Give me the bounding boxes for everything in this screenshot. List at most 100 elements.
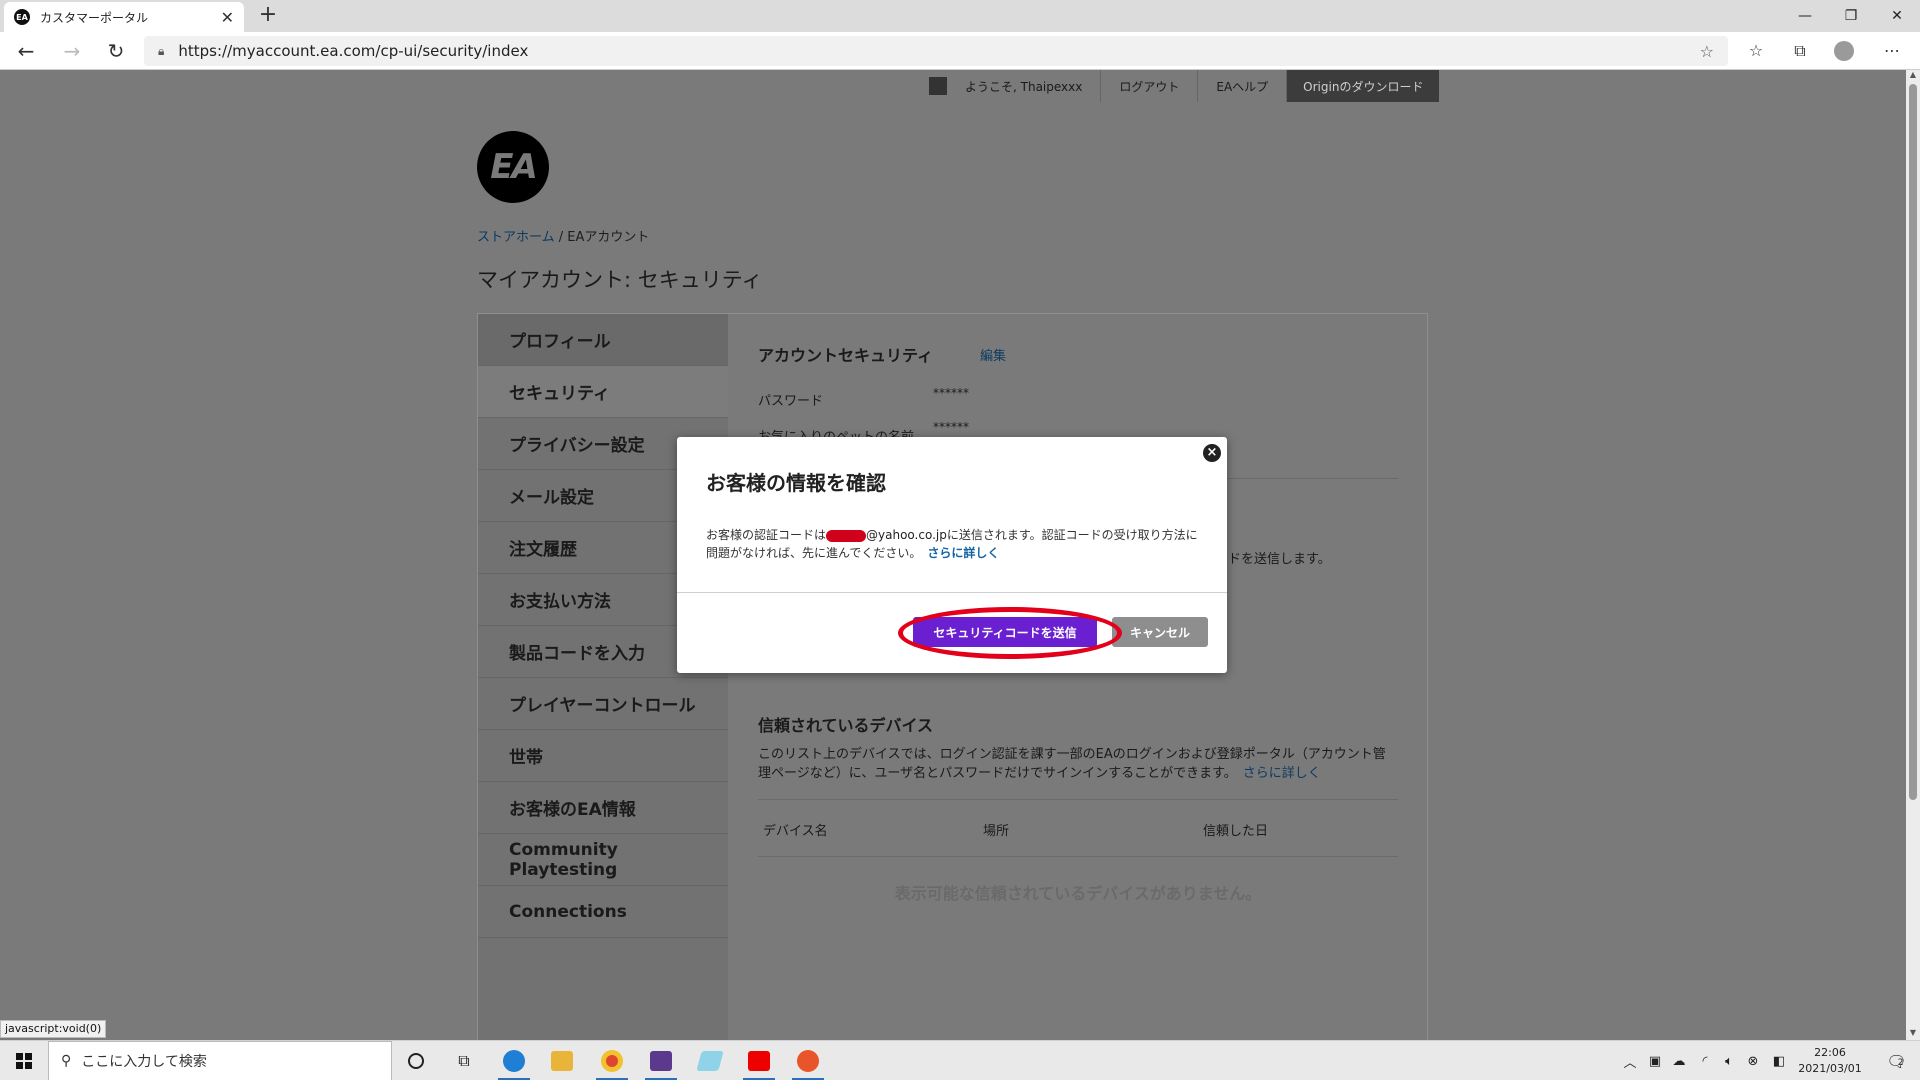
windows-logo-icon xyxy=(16,1053,32,1069)
link-status-tip: javascript:void(0) xyxy=(0,1020,107,1038)
send-security-code-button[interactable]: セキュリティコードを送信 xyxy=(913,617,1097,647)
favorites-icon[interactable]: ☆ xyxy=(1744,41,1768,61)
windows-taskbar: ⚲ ここに入力して検索 ⧉ ︿ ▣ ☁ ◜ 🔈︎ ⊗ ◧ 22:06 2021/… xyxy=(0,1040,1920,1080)
sidebar-item-playtesting[interactable]: Community Playtesting xyxy=(478,834,728,886)
edge-app-icon[interactable] xyxy=(494,1045,534,1080)
column-device-name: デバイス名 xyxy=(763,824,828,839)
sidebar-item-profile[interactable]: プロフィール xyxy=(478,314,728,366)
email-domain: @yahoo.co.jp xyxy=(866,528,947,542)
window-close-icon[interactable]: ✕ xyxy=(1874,0,1920,32)
account-security-heading: アカウントセキュリティ xyxy=(758,346,934,365)
search-placeholder: ここに入力して検索 xyxy=(81,1054,207,1070)
scroll-down-icon[interactable]: ▼ xyxy=(1906,1028,1920,1040)
ea-favicon-icon: EA xyxy=(14,9,30,25)
notes-app-icon[interactable] xyxy=(690,1045,730,1077)
sidebar-item-player-controls[interactable]: プレイヤーコントロール xyxy=(478,678,728,730)
password-label: パスワード xyxy=(758,394,824,409)
column-location: 場所 xyxy=(983,824,1010,839)
task-view-icon[interactable]: ⧉ xyxy=(444,1045,484,1077)
logout-link[interactable]: ログアウト xyxy=(1101,70,1199,102)
close-icon[interactable]: × xyxy=(1203,444,1221,462)
message-prefix: お客様の認証コードは xyxy=(706,528,827,542)
dialog-learn-more-link[interactable]: さらに詳しく xyxy=(927,546,999,560)
breadcrumb-separator: / xyxy=(554,230,568,245)
page-viewport: ようこそ, Thaipexxx ログアウト EAヘルプ Originのダウンロー… xyxy=(0,70,1906,1040)
tab-title: カスタマーポータル xyxy=(40,10,149,25)
chrome-app-icon[interactable] xyxy=(592,1045,632,1080)
file-explorer-icon[interactable] xyxy=(542,1045,582,1077)
tray-overflow-icon[interactable]: ︿ xyxy=(1620,1041,1640,1080)
network-icon[interactable]: ◜ xyxy=(1694,1041,1716,1080)
dialog-title: お客様の情報を確認 xyxy=(706,471,886,495)
game-app-icon[interactable] xyxy=(641,1045,681,1080)
no-devices-message: 表示可能な信頼されているデバイスがありません。 xyxy=(894,884,1262,903)
pet-name-value: ****** xyxy=(933,420,969,434)
youtube-app-icon[interactable] xyxy=(739,1045,779,1080)
edit-link[interactable]: 編集 xyxy=(980,345,1006,364)
start-button[interactable] xyxy=(0,1041,48,1080)
tab-close-icon[interactable]: ✕ xyxy=(221,8,234,27)
lock-icon: 🔒︎ xyxy=(158,43,165,58)
ea-logo[interactable]: EA xyxy=(477,131,549,203)
user-avatar xyxy=(929,77,947,95)
notification-center-icon[interactable]: 🗨︎ 2 xyxy=(1880,1041,1910,1080)
sidebar-item-ea-data[interactable]: お客様のEA情報 xyxy=(478,782,728,834)
new-tab-icon[interactable]: + xyxy=(254,4,282,28)
cancel-button[interactable]: キャンセル xyxy=(1112,617,1208,647)
ea-help-link[interactable]: EAヘルプ xyxy=(1198,70,1288,102)
collections-icon[interactable]: ⧉ xyxy=(1788,41,1812,61)
login-verification-note: ドを送信します。 xyxy=(1228,552,1331,567)
forward-icon[interactable]: → xyxy=(58,37,86,65)
account-panel: プロフィール セキュリティ プライバシー設定 メール設定 注文履歴 お支払い方法… xyxy=(477,313,1428,1040)
dialog-message: お客様の認証コードは @yahoo.co.jpに送信されます。認証コードの受け取り… xyxy=(706,526,1206,562)
browser-tab-strip: EA カスタマーポータル ✕ + — ❐ ✕ xyxy=(0,0,1920,32)
password-value: ****** xyxy=(933,386,969,400)
sidebar-item-security[interactable]: セキュリティ xyxy=(478,366,728,418)
redaction-mark xyxy=(826,529,867,542)
page-scrollbar[interactable]: ▲ ▼ xyxy=(1906,70,1920,1040)
divider xyxy=(758,856,1398,857)
maps-app-icon[interactable] xyxy=(788,1045,828,1080)
trusted-devices-heading: 信頼されているデバイス xyxy=(758,716,934,735)
meet-now-icon[interactable]: ▣ xyxy=(1644,1041,1666,1080)
security-content: アカウントセキュリティ 編集 パスワード ****** お気に入りのペットの名前… xyxy=(758,314,1398,1040)
cortana-icon[interactable] xyxy=(396,1045,436,1077)
back-icon[interactable]: ← xyxy=(12,37,40,65)
onedrive-icon[interactable]: ☁ xyxy=(1668,1041,1690,1080)
url-text: https://myaccount.ea.com/cp-ui/security/… xyxy=(178,42,529,60)
ime-icon[interactable]: ◧ xyxy=(1768,1041,1790,1080)
breadcrumb-store-home[interactable]: ストアホーム xyxy=(477,230,555,245)
minimize-icon[interactable]: — xyxy=(1782,0,1828,32)
trusted-devices-description: このリスト上のデバイスでは、ログイン認証を課す一部のEAのログインおよび登録ポー… xyxy=(758,745,1388,783)
address-bar[interactable]: 🔒︎ https://myaccount.ea.com/cp-ui/securi… xyxy=(144,36,1728,66)
breadcrumb: ストアホーム / EAアカウント xyxy=(477,226,649,245)
origin-download-button[interactable]: Originのダウンロード xyxy=(1287,70,1440,102)
notification-count: 2 xyxy=(1897,1058,1904,1068)
clock-time: 22:06 xyxy=(1814,1046,1846,1059)
status-icon[interactable]: ⊗ xyxy=(1742,1041,1764,1080)
restore-icon[interactable]: ❐ xyxy=(1828,0,1874,32)
sidebar-item-connections[interactable]: Connections xyxy=(478,886,728,938)
address-toolbar: ← → ↻ 🔒︎ https://myaccount.ea.com/cp-ui/… xyxy=(0,32,1920,70)
search-icon: ⚲ xyxy=(61,1053,72,1069)
scroll-up-icon[interactable]: ▲ xyxy=(1906,70,1920,82)
confirm-info-dialog: × お客様の情報を確認 お客様の認証コードは @yahoo.co.jpに送信されま… xyxy=(677,437,1227,673)
taskbar-search[interactable]: ⚲ ここに入力して検索 xyxy=(48,1041,392,1080)
breadcrumb-current: EAアカウント xyxy=(567,230,650,245)
add-favorite-icon[interactable]: ☆ xyxy=(1700,42,1714,61)
profile-avatar-icon[interactable] xyxy=(1832,41,1856,61)
top-navigation: ようこそ, Thaipexxx ログアウト EAヘルプ Originのダウンロー… xyxy=(911,70,1440,102)
column-trusted-date: 信頼した日 xyxy=(1203,824,1269,839)
browser-tab[interactable]: EA カスタマーポータル ✕ xyxy=(4,2,244,32)
scrollbar-thumb[interactable] xyxy=(1909,84,1917,800)
account-sidebar: プロフィール セキュリティ プライバシー設定 メール設定 注文履歴 お支払い方法… xyxy=(478,314,728,1040)
clock-date: 2021/03/01 xyxy=(1798,1062,1862,1075)
trusted-learn-more-link[interactable]: さらに詳しく xyxy=(1243,766,1321,781)
reload-icon[interactable]: ↻ xyxy=(102,37,130,65)
system-clock[interactable]: 22:06 2021/03/01 xyxy=(1790,1045,1870,1077)
more-menu-icon[interactable]: ⋯ xyxy=(1880,41,1904,61)
volume-icon[interactable]: 🔈︎ xyxy=(1718,1041,1740,1080)
welcome-item[interactable]: ようこそ, Thaipexxx xyxy=(911,70,1102,102)
dialog-divider xyxy=(677,592,1227,593)
sidebar-item-household[interactable]: 世帯 xyxy=(478,730,728,782)
